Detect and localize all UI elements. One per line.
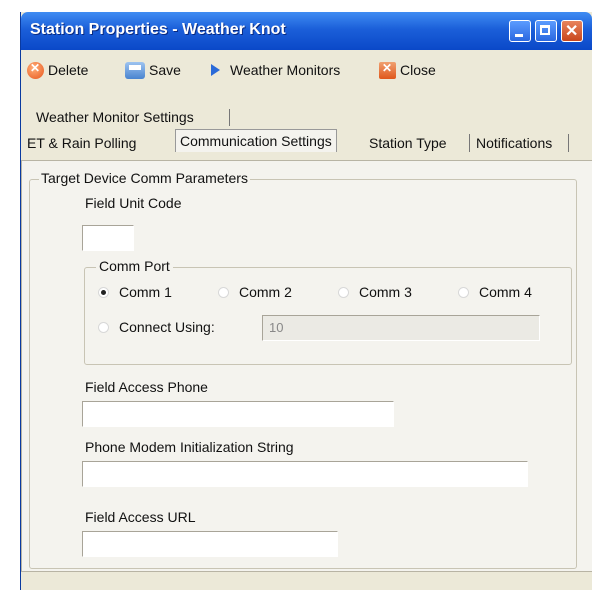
comm-1-radio[interactable]: Comm 1 [98,284,172,300]
field-access-url-label: Field Access URL [85,509,196,525]
modem-init-input[interactable] [82,461,528,487]
maximize-button[interactable] [535,20,557,42]
connect-using-input[interactable]: 10 [262,315,540,341]
comm-2-label: Comm 2 [239,284,292,300]
delete-icon [27,61,44,79]
comm-4-label: Comm 4 [479,284,532,300]
field-unit-code-input[interactable] [82,225,134,251]
radio-unselected-icon [338,286,349,298]
radio-unselected-icon [98,321,109,333]
tab-et-rain-polling[interactable]: ET & Rain Polling [27,135,136,151]
comm-4-radio[interactable]: Comm 4 [458,284,532,300]
connect-using-label: Connect Using: [119,319,215,335]
tab-weather-monitor-settings[interactable]: Weather Monitor Settings [36,109,194,125]
play-arrow-icon [211,64,220,76]
connect-using-radio[interactable]: Connect Using: [98,319,215,335]
field-access-url-input[interactable] [82,531,338,557]
close-window-button[interactable] [561,20,583,42]
comm-1-label: Comm 1 [119,284,172,300]
minimize-button[interactable] [509,20,531,42]
title-bar[interactable]: Station Properties - Weather Knot [21,12,592,50]
comm-3-label: Comm 3 [359,284,412,300]
close-button[interactable]: Close [379,60,436,80]
save-icon [125,61,145,79]
toolbar: Delete Save Weather Monitors Close [21,52,592,86]
radio-unselected-icon [218,286,229,298]
radio-unselected-icon [458,286,469,298]
comm-port-group-title: Comm Port [96,258,173,274]
close-label: Close [400,62,436,78]
delete-button[interactable]: Delete [27,60,88,80]
close-icon [379,61,396,79]
comm-2-radio[interactable]: Comm 2 [218,284,292,300]
target-device-group-title: Target Device Comm Parameters [39,170,250,186]
tab-communication-settings[interactable]: Communication Settings [175,129,337,152]
radio-selected-icon [98,286,109,298]
modem-init-label: Phone Modem Initialization String [85,439,294,455]
tab-station-type[interactable]: Station Type [369,135,447,151]
weather-monitors-button[interactable]: Weather Monitors [211,60,340,80]
field-unit-code-label: Field Unit Code [85,195,182,211]
field-access-phone-label: Field Access Phone [85,379,208,395]
communication-settings-panel: Target Device Comm Parameters Field Unit… [21,160,592,572]
delete-label: Delete [48,62,89,78]
station-properties-window: Station Properties - Weather Knot Delete… [20,12,592,590]
save-button[interactable]: Save [125,60,181,80]
comm-3-radio[interactable]: Comm 3 [338,284,412,300]
tab-notifications[interactable]: Notifications [476,135,552,151]
save-label: Save [149,62,181,78]
weather-monitors-label: Weather Monitors [230,62,341,78]
field-access-phone-input[interactable] [82,401,394,427]
window-title: Station Properties - Weather Knot [30,21,286,38]
